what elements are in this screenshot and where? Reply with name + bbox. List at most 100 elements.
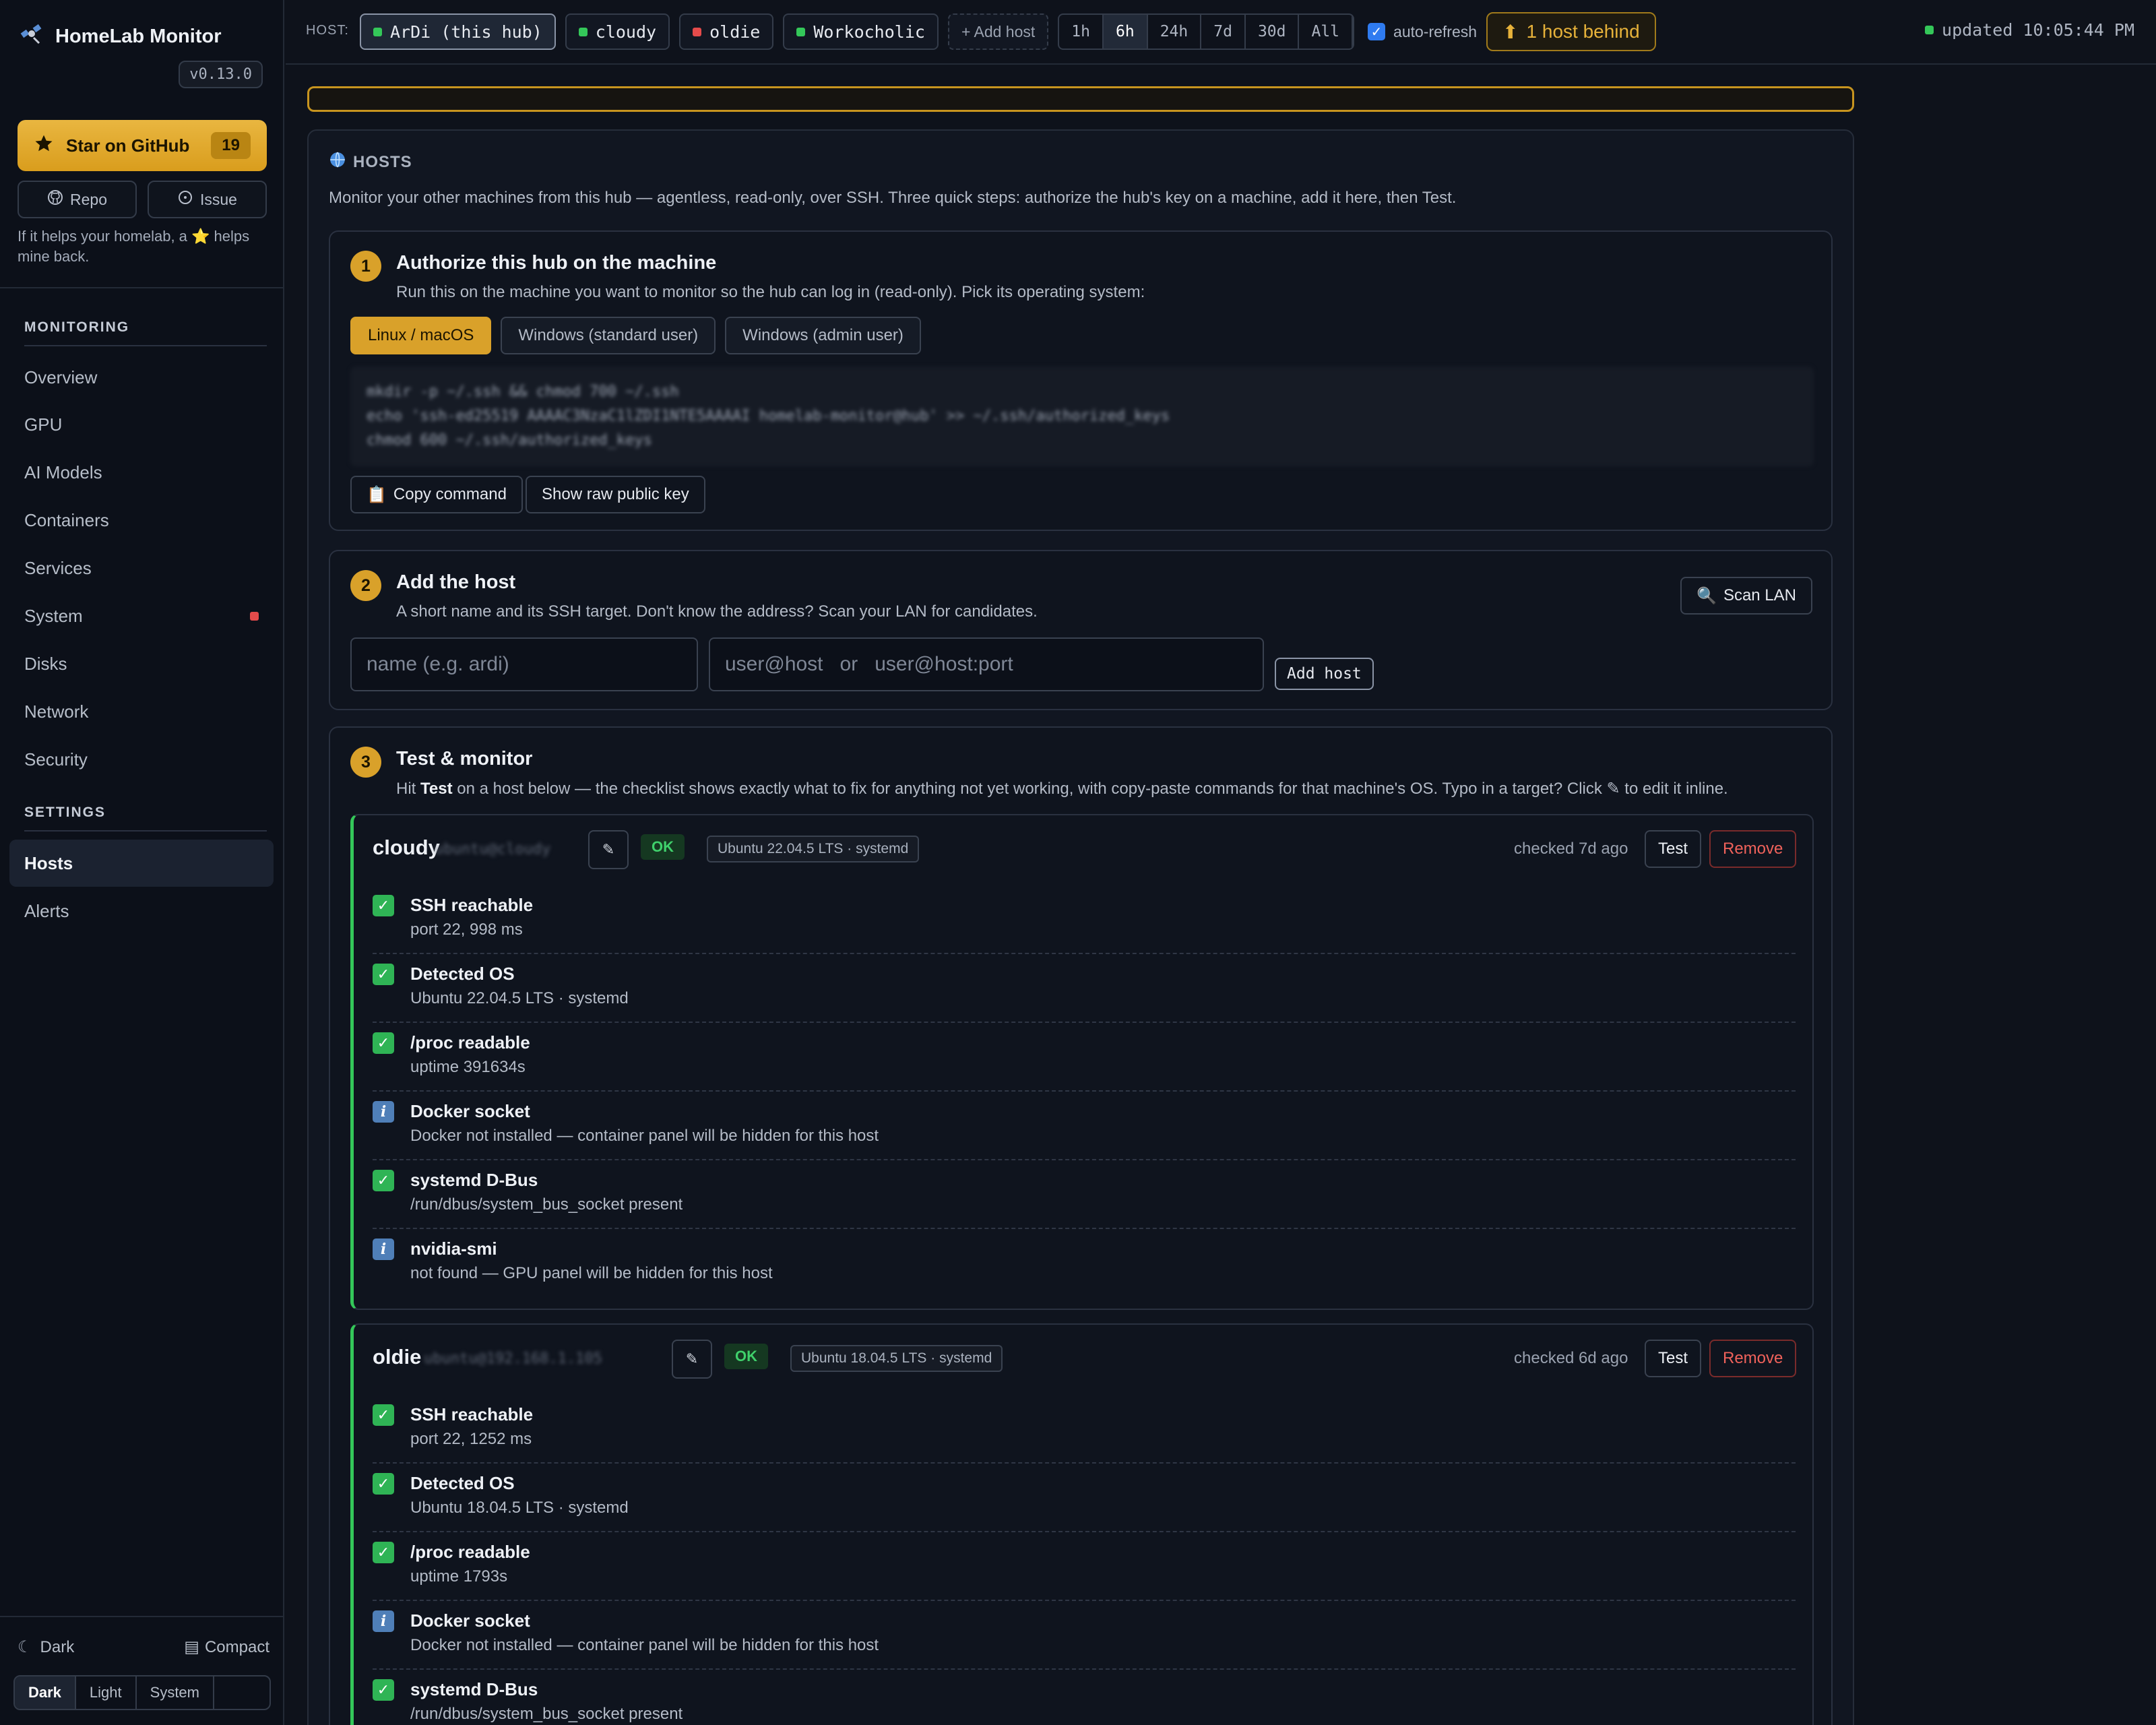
copy-command-label: Copy command bbox=[393, 485, 507, 503]
check-ok-icon: ✓ bbox=[373, 1679, 394, 1701]
status-dot bbox=[796, 27, 806, 36]
authorize-command-block[interactable]: mkdir -p ~/.ssh && chmod 700 ~/.ssh echo… bbox=[350, 367, 1814, 466]
step-subtitle: Run this on the machine you want to moni… bbox=[396, 283, 1145, 301]
host-name-input[interactable]: name (e.g. ardi) bbox=[350, 637, 698, 691]
update-banner bbox=[307, 86, 1854, 112]
auto-refresh-checkbox[interactable]: ✓ bbox=[1368, 23, 1386, 40]
subtitle-text: Hit bbox=[396, 780, 420, 798]
sidebar-bottom-divider bbox=[0, 1616, 284, 1617]
sidebar-item-label: Containers bbox=[24, 509, 109, 530]
edit-target-button[interactable]: ✎ bbox=[588, 830, 629, 869]
globe-icon bbox=[329, 151, 346, 173]
brand[interactable]: HomeLab Monitor bbox=[20, 23, 222, 51]
app-title: HomeLab Monitor bbox=[55, 26, 222, 47]
range-all[interactable]: All bbox=[1299, 15, 1354, 49]
scan-lan-button[interactable]: 🔍 Scan LAN bbox=[1680, 577, 1812, 615]
satellite-icon bbox=[20, 23, 43, 51]
status-dot bbox=[693, 27, 702, 36]
check-ok-icon: ✓ bbox=[373, 964, 394, 985]
sidebar-item-label: Alerts bbox=[24, 900, 69, 921]
step-subtitle: A short name and its SSH target. Don't k… bbox=[396, 602, 1038, 621]
star-on-github-button[interactable]: Star on GitHub 19 bbox=[18, 120, 267, 171]
os-tab-windows-admin[interactable]: Windows (admin user) bbox=[725, 317, 921, 354]
code-line: chmod 600 ~/.ssh/authorized_keys bbox=[367, 432, 652, 449]
code-line: echo 'ssh-ed25519 AAAAC3NzaC1lZDI1NTE5AA… bbox=[367, 408, 1170, 425]
sidebar-item-network[interactable]: Network bbox=[9, 688, 274, 735]
range-6h[interactable]: 6h bbox=[1103, 15, 1148, 49]
step-title: Authorize this hub on the machine bbox=[396, 252, 717, 274]
remove-button[interactable]: Remove bbox=[1709, 1340, 1797, 1377]
range-30d[interactable]: 30d bbox=[1246, 15, 1300, 49]
issue-icon bbox=[177, 189, 193, 210]
check-ok-icon: ✓ bbox=[373, 1032, 394, 1054]
status-badge: OK bbox=[724, 1344, 768, 1369]
check-title: systemd D-Bus bbox=[410, 1679, 538, 1699]
os-tab-windows-standard[interactable]: Windows (standard user) bbox=[501, 317, 716, 354]
copy-command-button[interactable]: 📋 Copy command bbox=[350, 476, 523, 513]
status-dot bbox=[1925, 26, 1934, 34]
check-detail: Docker not installed — container panel w… bbox=[410, 1636, 879, 1654]
github-icon bbox=[47, 189, 63, 210]
theme-option-system[interactable]: System bbox=[137, 1676, 214, 1709]
host-chip-workocholic[interactable]: Workocholic bbox=[783, 13, 939, 50]
sidebar-item-services[interactable]: Services bbox=[9, 544, 274, 592]
range-7d[interactable]: 7d bbox=[1201, 15, 1246, 49]
sidebar-item-system[interactable]: System bbox=[9, 592, 274, 639]
last-checked: checked 7d ago bbox=[1514, 840, 1628, 858]
settings-heading: SETTINGS bbox=[24, 805, 106, 820]
remove-button[interactable]: Remove bbox=[1709, 830, 1797, 868]
sidebar-item-disks[interactable]: Disks bbox=[9, 640, 274, 687]
host-chip-oldie[interactable]: oldie bbox=[679, 13, 774, 50]
sidebar-item-containers[interactable]: Containers bbox=[9, 497, 274, 544]
edit-target-button[interactable]: ✎ bbox=[672, 1340, 712, 1379]
check-title: Docker socket bbox=[410, 1610, 530, 1631]
host-name: cloudy bbox=[373, 836, 440, 859]
sidebar-item-alerts[interactable]: Alerts bbox=[9, 887, 274, 935]
add-host-button[interactable]: Add host bbox=[1275, 658, 1374, 690]
check-ok-icon: ✓ bbox=[373, 895, 394, 916]
os-badge: Ubuntu 18.04.5 LTS · systemd bbox=[790, 1345, 1003, 1372]
sidebar: HomeLab Monitor v0.13.0 Star on GitHub 1… bbox=[0, 0, 284, 1725]
os-tab-linux-macos[interactable]: Linux / macOS bbox=[350, 317, 492, 354]
theme-option-dark[interactable]: Dark bbox=[15, 1676, 76, 1709]
host-chip-label: oldie bbox=[709, 22, 761, 42]
updated-label: updated 10:05:44 PM bbox=[1942, 20, 2134, 40]
step-subtitle: Hit Test on a host below — the checklist… bbox=[396, 779, 1728, 798]
issue-button[interactable]: Issue bbox=[148, 181, 267, 218]
star-count: 19 bbox=[211, 132, 251, 159]
host-chip-ardi[interactable]: ArDi (this hub) bbox=[360, 13, 556, 50]
check-detail: not found — GPU panel will be hidden for… bbox=[410, 1264, 773, 1282]
sidebar-item-overview[interactable]: Overview bbox=[9, 354, 274, 401]
auto-refresh-toggle[interactable]: ✓ auto-refresh bbox=[1368, 23, 1477, 41]
sidebar-divider bbox=[0, 287, 284, 288]
sidebar-item-hosts[interactable]: Hosts bbox=[9, 840, 274, 887]
step-number: 3 bbox=[350, 747, 381, 778]
arrow-up-icon: ⬆ bbox=[1502, 21, 1519, 42]
check-title: Detected OS bbox=[410, 1473, 515, 1493]
sidebar-item-label: Hosts bbox=[24, 852, 73, 873]
hosts-panel: HOSTS Monitor your other machines from t… bbox=[307, 129, 1854, 1725]
check-item: ✓ Detected OS Ubuntu 22.04.5 LTS · syste… bbox=[373, 954, 1796, 1023]
range-1h[interactable]: 1h bbox=[1059, 15, 1104, 49]
last-updated: updated 10:05:44 PM bbox=[1925, 20, 2134, 40]
host-chip-cloudy[interactable]: cloudy bbox=[565, 13, 670, 50]
sidebar-item-security[interactable]: Security bbox=[9, 736, 274, 783]
compact-toggle[interactable]: ▤ Compact bbox=[184, 1637, 270, 1657]
hosts-behind-badge[interactable]: ⬆ 1 host behind bbox=[1486, 12, 1656, 51]
sidebar-item-ai-models[interactable]: AI Models bbox=[9, 449, 274, 496]
ssh-target-input[interactable]: user@host or user@host:port bbox=[709, 637, 1264, 691]
check-detail: port 22, 998 ms bbox=[410, 920, 523, 939]
repo-button[interactable]: Repo bbox=[18, 181, 137, 218]
test-button[interactable]: Test bbox=[1645, 1340, 1702, 1377]
theme-option-light[interactable]: Light bbox=[76, 1676, 137, 1709]
sidebar-item-gpu[interactable]: GPU bbox=[9, 401, 274, 448]
star-icon bbox=[34, 133, 54, 158]
test-button[interactable]: Test bbox=[1645, 830, 1702, 868]
range-24h[interactable]: 24h bbox=[1148, 15, 1202, 49]
add-host-chip[interactable]: + Add host bbox=[947, 13, 1049, 50]
check-detail: uptime 391634s bbox=[410, 1058, 526, 1076]
repo-label: Repo bbox=[70, 190, 107, 208]
show-raw-key-button[interactable]: Show raw public key bbox=[526, 476, 705, 513]
check-ok-icon: ✓ bbox=[373, 1473, 394, 1495]
step-number: 1 bbox=[350, 251, 381, 282]
